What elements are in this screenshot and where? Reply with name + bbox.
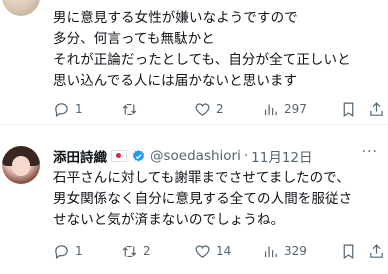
separator: ·	[243, 148, 249, 164]
tweet-actions: 1 2 297	[53, 98, 385, 120]
views-button[interactable]: 297	[262, 98, 307, 120]
tweet-header: 添田詩織 @soedashiori · 11月12日	[53, 146, 313, 166]
tweet-1[interactable]: 男に意見する女性が嫌いなようですので 多分、何言っても無駄かと それが正論だった…	[0, 0, 388, 124]
like-count: 2	[216, 102, 224, 116]
retweet-icon	[122, 245, 137, 257]
tweet-2[interactable]: 添田詩織 @soedashiori · 11月12日 ··· 石平さんに対しても…	[0, 124, 388, 274]
avatar[interactable]	[2, 146, 40, 184]
reply-button[interactable]: 1	[53, 98, 83, 120]
avatar[interactable]	[2, 0, 40, 16]
reply-button[interactable]: 1	[53, 240, 83, 262]
tweet-date[interactable]: 11月12日	[251, 146, 312, 166]
japan-flag-icon	[111, 150, 127, 162]
reply-icon	[55, 244, 68, 259]
tweet-actions: 1 2 14 329	[53, 240, 385, 262]
heart-icon	[195, 102, 210, 116]
tweet-text: 男に意見する女性が嫌いなようですので 多分、何言っても無駄かと それが正論だった…	[53, 10, 351, 89]
retweet-button[interactable]: 2	[121, 240, 151, 262]
reply-count: 1	[75, 102, 83, 116]
views-count: 329	[284, 244, 307, 258]
like-button[interactable]: 2	[194, 98, 224, 120]
author-name[interactable]: 添田詩織	[53, 146, 107, 166]
views-button[interactable]: 329	[262, 240, 307, 262]
retweet-count: 2	[143, 244, 151, 258]
views-icon	[264, 104, 277, 115]
tweet-text: 石平さんに対しても謝罪までさせてましたので、 男女関係なく自分に意見する全ての人…	[53, 170, 353, 228]
reply-count: 1	[75, 244, 83, 258]
like-button[interactable]: 14	[194, 240, 231, 262]
views-icon	[264, 246, 277, 257]
like-count: 14	[216, 244, 232, 258]
reply-icon	[55, 102, 68, 117]
share-button[interactable]	[368, 98, 385, 120]
verified-badge-icon	[132, 149, 145, 161]
author-handle[interactable]: @soedashiori	[150, 148, 241, 164]
retweet-button[interactable]	[121, 98, 143, 120]
share-button[interactable]	[368, 240, 385, 262]
share-icon	[370, 101, 383, 116]
share-icon	[370, 243, 383, 258]
bookmark-icon	[343, 102, 354, 117]
heart-icon	[195, 244, 210, 258]
bookmark-button[interactable]	[340, 98, 357, 120]
views-count: 297	[284, 102, 307, 116]
retweet-icon	[122, 103, 137, 115]
bookmark-button[interactable]	[340, 240, 357, 262]
more-options-button[interactable]: ···	[362, 144, 378, 160]
bookmark-icon	[343, 244, 354, 259]
